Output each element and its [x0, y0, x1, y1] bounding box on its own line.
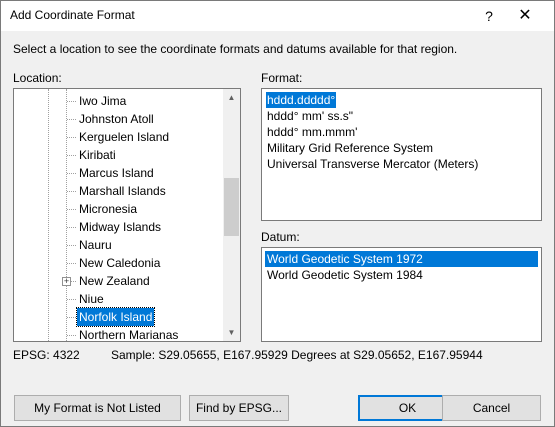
epsg-code: EPSG: 4322: [13, 348, 80, 362]
find-by-epsg-button[interactable]: Find by EPSG...: [189, 395, 289, 421]
location-tree-item[interactable]: Johnston Atoll: [14, 110, 222, 128]
scroll-up-arrow-icon[interactable]: ▲: [223, 89, 240, 106]
help-button[interactable]: ?: [476, 5, 502, 27]
instruction-text: Select a location to see the coordinate …: [13, 42, 458, 56]
location-tree-item-label: Midway Islands: [79, 220, 162, 234]
location-tree[interactable]: Iwo Jima Johnston Atoll Kerguelen Island Ki…: [13, 88, 241, 342]
location-tree-item[interactable]: + New Zealand: [14, 272, 222, 290]
scroll-down-arrow-icon[interactable]: ▼: [223, 324, 240, 341]
format-option[interactable]: hddd.ddddd°: [266, 92, 337, 108]
scroll-thumb[interactable]: [224, 178, 239, 236]
close-button[interactable]: ✕: [511, 5, 539, 27]
format-list[interactable]: hddd.ddddd° hddd° mm' ss.s" hddd° mm.mmm' M…: [261, 88, 542, 221]
location-tree-item-label: Norfolk Island: [75, 307, 156, 327]
sample-coordinates: Sample: S29.05655, E167.95929 Degrees at…: [111, 348, 483, 362]
location-scrollbar[interactable]: ▲ ▼: [223, 89, 240, 341]
tree-connector-line: [67, 335, 76, 336]
location-tree-item-label: Marcus Island: [79, 166, 154, 180]
tree-connector-line: [67, 245, 76, 246]
location-tree-item-label: Iwo Jima: [79, 94, 127, 108]
location-tree-item[interactable]: Marcus Island: [14, 164, 222, 182]
tree-connector-line: [67, 119, 76, 120]
format-label-text: Format:: [261, 71, 303, 85]
location-tree-item-label: New Caledonia: [79, 256, 161, 270]
format-option[interactable]: hddd° mm' ss.s": [266, 108, 354, 124]
location-tree-item-label: Northern Marianas: [79, 328, 179, 342]
location-tree-item[interactable]: Niue: [14, 290, 222, 308]
location-tree-item[interactable]: Kiribati: [14, 146, 222, 164]
datum-label: Datum:: [261, 230, 300, 244]
location-tree-item-label: Nauru: [79, 238, 112, 252]
tree-connector-line: [67, 173, 76, 174]
location-tree-item-label: Niue: [79, 292, 104, 306]
datum-label-text: Datum:: [261, 230, 300, 244]
datum-list[interactable]: World Geodetic System 1972 World Geodetic…: [261, 247, 542, 342]
tree-connector-line: [67, 191, 76, 192]
location-tree-item[interactable]: Kerguelen Island: [14, 128, 222, 146]
tree-connector-line: [67, 317, 76, 318]
location-tree-item-label: Kiribati: [79, 148, 116, 162]
location-tree-item[interactable]: Iwo Jima: [14, 92, 222, 110]
location-tree-item-label: Johnston Atoll: [79, 112, 154, 126]
tree-connector-line: [67, 263, 76, 264]
location-tree-item[interactable]: New Caledonia: [14, 254, 222, 272]
dialog-title: Add Coordinate Format: [10, 8, 135, 22]
format-option[interactable]: Military Grid Reference System: [266, 140, 434, 156]
location-label-text: Location:: [13, 71, 62, 85]
location-tree-item[interactable]: Midway Islands: [14, 218, 222, 236]
location-tree-item-label: Marshall Islands: [79, 184, 166, 198]
format-label: Format:: [261, 71, 302, 85]
datum-option[interactable]: World Geodetic System 1972: [265, 251, 538, 267]
my-format-not-listed-button[interactable]: My Format is Not Listed: [14, 395, 181, 421]
tree-connector-line: [67, 137, 76, 138]
format-option[interactable]: Universal Transverse Mercator (Meters): [266, 156, 479, 172]
datum-option[interactable]: World Geodetic System 1984: [266, 267, 424, 283]
tree-connector-line: [67, 209, 76, 210]
location-label: Location:: [13, 71, 62, 85]
location-tree-item[interactable]: Northern Marianas: [14, 326, 222, 342]
location-tree-item[interactable]: Nauru: [14, 236, 222, 254]
tree-connector-line: [67, 227, 76, 228]
expand-plus-icon[interactable]: +: [62, 277, 71, 286]
cancel-button[interactable]: Cancel: [442, 395, 541, 421]
format-option[interactable]: hddd° mm.mmm': [266, 124, 358, 140]
tree-connector-line: [67, 155, 76, 156]
location-tree-item-label: New Zealand: [79, 274, 150, 288]
add-coordinate-format-dialog: Add Coordinate Format ? ✕ Select a locat…: [0, 0, 555, 427]
location-tree-item[interactable]: Marshall Islands: [14, 182, 222, 200]
tree-connector-line: [67, 299, 76, 300]
location-tree-item[interactable]: Micronesia: [14, 200, 222, 218]
location-tree-item-label: Micronesia: [79, 202, 138, 216]
location-tree-item[interactable]: Norfolk Island: [14, 307, 222, 327]
tree-connector-line: [67, 101, 76, 102]
location-tree-item-label: Kerguelen Island: [79, 130, 170, 144]
title-bar: Add Coordinate Format ? ✕: [1, 1, 554, 31]
